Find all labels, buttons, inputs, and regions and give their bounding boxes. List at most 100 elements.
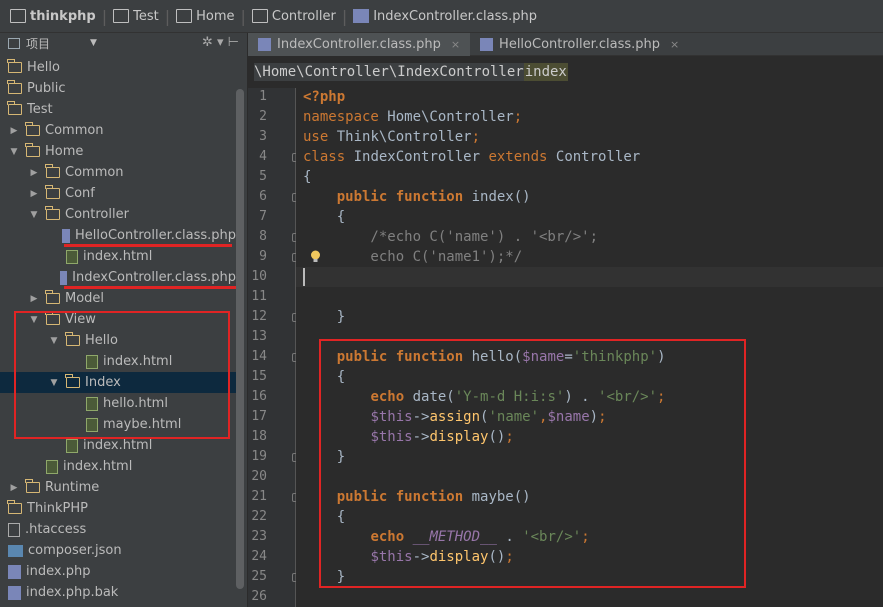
project-view-icon [8,37,20,49]
text-caret [303,268,305,286]
line-number: 2 [259,109,267,124]
tree-item-index-php-bak[interactable]: index.php.bak [0,582,236,603]
chevron-right-icon[interactable]: ▶ [28,168,40,178]
code-token: <?php [303,89,346,105]
line-number: 20 [251,469,267,484]
close-icon[interactable]: × [670,38,679,51]
code-line: use Think\Controller; [303,127,480,147]
code-line [296,267,883,287]
close-icon[interactable]: × [451,38,460,51]
php-file-icon [480,38,494,51]
breadcrumb-item[interactable]: thinkphp [6,0,100,33]
tree-item-label: composer.json [28,543,122,558]
line-number: 21 [251,489,267,504]
settings-gear-icon[interactable]: ✲ ▾ ⊢ [202,35,239,50]
code-token: public function [336,189,464,205]
tree-item-runtime[interactable]: ▶ Runtime [0,477,236,498]
tree-item-common[interactable]: ▶ Common [0,162,236,183]
tree-item-label: index.php [26,564,91,579]
folder-icon [25,143,40,157]
folder-icon [7,80,22,94]
chevron-right-icon[interactable]: ▶ [28,189,40,199]
code-line: { [303,207,345,227]
project-folder-icon [10,9,26,23]
code-line: class IndexController extends Controller [303,147,640,167]
code-token: Think\Controller [328,129,472,145]
line-number: 12 [251,309,267,324]
chevron-down-icon[interactable]: ▼ [8,147,20,157]
folder-icon [176,9,193,23]
tree-item-home[interactable]: ▼ Home [0,141,236,162]
line-number: 19 [251,449,267,464]
namespace-method[interactable]: index [523,63,568,81]
breadcrumb-separator: | [164,6,171,26]
code-line: echo C('name1');*/ [303,247,522,267]
code-line: namespace Home\Controller; [303,107,522,127]
breadcrumb-label: Controller [271,8,336,24]
chevron-right-icon[interactable]: ▶ [8,483,20,493]
code-structure-breadcrumb: \Home\Controller\IndexController index [248,56,883,88]
tree-item-composer-json[interactable]: composer.json [0,540,236,561]
chevron-right-icon[interactable]: ▶ [8,126,20,136]
editor-tabs: IndexController.class.php × HelloControlle… [248,33,883,56]
tree-item-label: Model [65,291,105,306]
php-file-icon [60,270,68,285]
chevron-down-icon[interactable]: ▼ [28,210,40,220]
code-token: { [303,209,346,225]
line-number: 4 [259,149,267,164]
php-file-icon [258,38,271,51]
php-file-icon [8,585,21,600]
code-token: ; [471,129,481,145]
tree-item-thinkphp[interactable]: ThinkPHP [0,498,236,519]
folder-icon [45,290,60,304]
project-view-selector[interactable]: 项目 [26,35,50,52]
tree-item-model[interactable]: ▶ Model [0,288,236,309]
tree-item-index-html[interactable]: index.html [0,246,236,267]
breadcrumb-item[interactable]: Test [109,0,163,33]
json-file-icon [8,544,23,557]
tree-item-label: Conf [65,186,95,201]
annotation-box-view-folder [14,311,230,439]
tree-item-label: index.php.bak [26,585,119,600]
code-token: Home\Controller [378,109,514,125]
tree-item-controller[interactable]: ▼ Controller [0,204,236,225]
tree-item-index-html[interactable]: index.html [0,456,236,477]
code-token: index() [463,189,531,205]
tree-item-test[interactable]: Test [0,99,236,120]
line-number: 18 [251,429,267,444]
tab-indexcontroller-class-php[interactable]: IndexController.class.php × [248,33,471,56]
line-number-gutter: 1 2 3 4 5 6 7 8 9 10 11 12 13 14 15 16 17 18 19 20 21 22 23 24 2… [248,88,301,607]
line-number: 16 [251,389,267,404]
tree-item-public[interactable]: Public [0,78,236,99]
tree-item-indexcontroller-class-php[interactable]: IndexController.class.php [0,267,236,288]
project-tree-scrollbar[interactable] [236,89,244,589]
tree-item-index-php[interactable]: index.php [0,561,236,582]
php-file-icon [8,564,21,579]
tree-item-label: Common [65,165,124,180]
breadcrumb-item[interactable]: Home [172,0,238,33]
tree-item-hello[interactable]: Hello [0,57,236,78]
html-file-icon [46,459,58,474]
annotation-underline [64,286,238,289]
php-file-icon [61,228,71,243]
folder-icon [25,122,40,136]
chevron-right-icon[interactable]: ▶ [28,294,40,304]
tree-item-common[interactable]: ▶ Common [0,120,236,141]
breadcrumb-item[interactable]: IndexController.class.php [349,0,541,33]
code-token: } [303,309,346,325]
tree-item--htaccess[interactable]: .htaccess [0,519,236,540]
project-panel-header: 项目 ▼ ✲ ▾ ⊢ [0,33,247,53]
annotation-underline [64,244,232,247]
tree-item-hellocontroller-class-php[interactable]: HelloController.class.php [0,225,236,246]
tab-hellocontroller-class-php[interactable]: HelloController.class.php × [470,33,689,56]
code-token: { [303,169,312,185]
code-line: /*echo C('name') . '<br/>'; [303,227,598,247]
tree-item-label: Common [45,123,104,138]
namespace-path[interactable]: \Home\Controller\IndexController [254,63,524,81]
lightbulb-icon[interactable] [310,250,321,264]
line-number: 23 [251,529,267,544]
tree-item-conf[interactable]: ▶ Conf [0,183,236,204]
line-number: 6 [259,189,267,204]
breadcrumb-item[interactable]: Controller [248,0,340,33]
chevron-down-icon[interactable]: ▼ [90,38,97,48]
